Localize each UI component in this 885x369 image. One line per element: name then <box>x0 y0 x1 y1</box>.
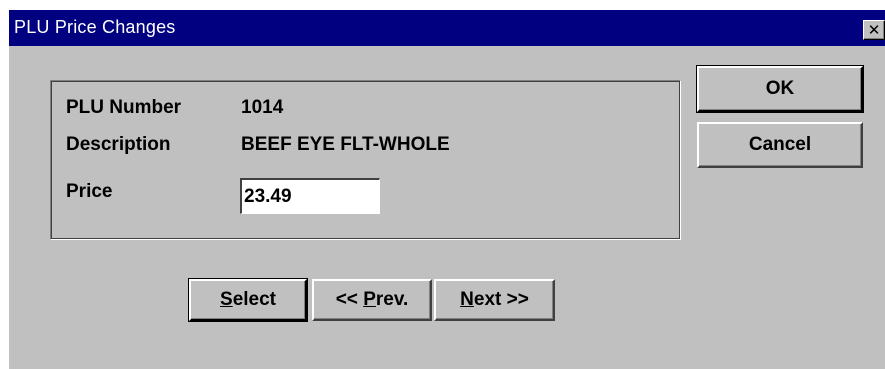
prev-mnemonic: P <box>363 289 376 310</box>
select-label-rest: elect <box>232 289 276 310</box>
prev-label-prefix: << <box>335 289 364 310</box>
cancel-button-label: Cancel <box>748 134 812 155</box>
plu-price-changes-dialog: PLU Price Changes ✕ PLU Number 1014 Desc… <box>9 10 885 369</box>
plu-number-value: 1014 <box>241 97 284 118</box>
select-button[interactable]: Select <box>189 279 307 321</box>
window-title: PLU Price Changes <box>14 17 176 37</box>
prev-button[interactable]: << Prev. <box>312 279 432 321</box>
description-label: Description <box>66 134 171 155</box>
close-icon[interactable]: ✕ <box>863 20 885 40</box>
prev-label-rest: rev. <box>375 289 409 310</box>
select-mnemonic: S <box>220 289 233 310</box>
price-label: Price <box>66 181 113 202</box>
cancel-button[interactable]: Cancel <box>697 122 863 168</box>
prev-button-label: << Prev. <box>336 281 409 319</box>
next-button-label: Next >> <box>460 281 529 319</box>
plu-number-label: PLU Number <box>66 97 182 118</box>
next-mnemonic: N <box>460 289 474 310</box>
ok-button[interactable]: OK <box>697 66 863 112</box>
next-button[interactable]: Next >> <box>434 279 555 321</box>
select-button-label: Select <box>220 281 276 319</box>
next-label-rest: ext >> <box>473 289 529 310</box>
price-input[interactable] <box>240 178 380 214</box>
title-bar[interactable]: PLU Price Changes ✕ <box>9 10 885 46</box>
description-value: BEEF EYE FLT-WHOLE <box>241 134 450 155</box>
ok-button-label: OK <box>765 78 795 99</box>
